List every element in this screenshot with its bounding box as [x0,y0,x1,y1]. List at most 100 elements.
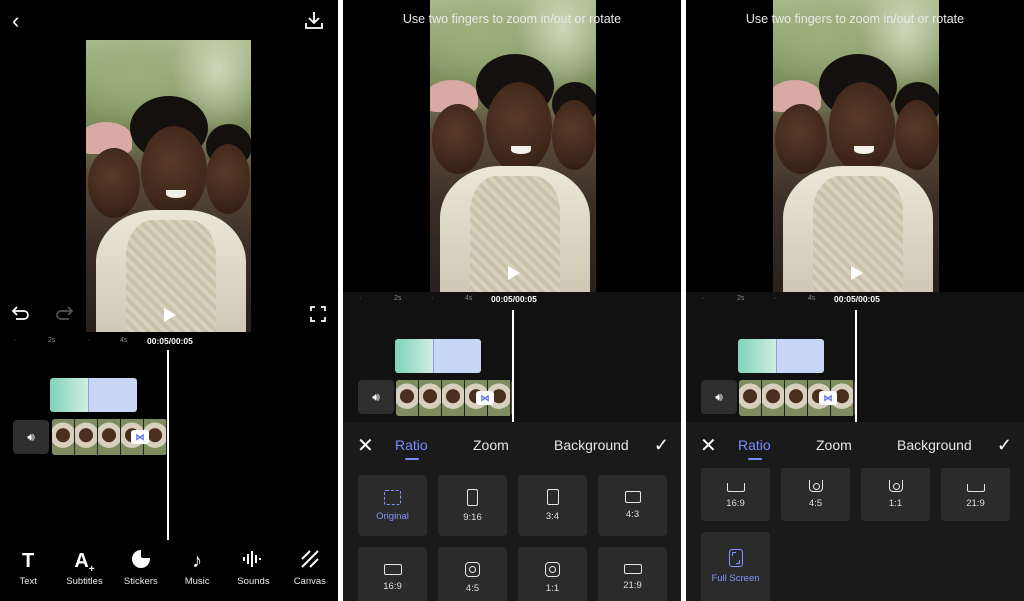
overlay-clip[interactable] [395,339,481,373]
editor-screen: ‹ · 2s · 4s 00:05/00:05 🔊︎ ⋈ T Text A+ S… [0,0,338,601]
ruler-label: 4s [120,337,128,344]
option-label: 1:1 [545,582,560,594]
gesture-hint: Use two fingers to zoom in/out or rotate [745,12,965,26]
ratio-option-4-5[interactable]: 4:5 [438,547,507,601]
option-label: 1:1 [888,498,903,509]
ruler-label: 4s [808,295,816,302]
overlay-clip[interactable] [50,378,137,412]
music-tool-button[interactable]: ♪ Music [171,549,223,587]
text-tool-button[interactable]: T Text [2,549,54,587]
ruler-label: 2s [737,295,745,302]
close-icon[interactable]: ✕ [357,433,374,458]
sounds-icon [242,549,264,573]
timecode: 00:05/00:05 [491,294,537,304]
transition-icon[interactable]: ⋈ [131,430,149,444]
chevron-left-icon[interactable]: ‹ [12,10,19,32]
fullscreen-icon[interactable] [310,306,326,322]
option-label: 4:3 [625,509,640,520]
tool-label: Music [184,576,210,587]
instagram-icon [465,561,480,577]
close-icon[interactable]: ✕ [700,433,717,458]
timeline[interactable]: · 2s · 4s 00:05/00:05 🔊︎ ⋈ [686,292,1024,422]
ratio-option-1-1[interactable]: 1:1 [518,547,587,601]
ratio-option-16-9[interactable]: 16:9 [358,547,427,601]
ratio-option-9-16[interactable]: 9:16 [438,475,507,536]
timecode: 00:05/00:05 [834,294,880,304]
sheet-header: ✕ Ratio Zoom Background ✓ [343,422,681,468]
bottom-toolbar: T Text A+ Subtitles Stickers ♪ Music Sou… [0,541,338,601]
time-ruler: · 2s · 4s 00:05/00:05 [14,336,193,346]
ratio-option-3-4[interactable]: 3:4 [518,475,587,536]
confirm-icon[interactable]: ✓ [654,435,669,456]
option-label: 16:9 [726,498,745,509]
timecode: 00:05/00:05 [147,336,193,346]
tab-ratio[interactable]: Ratio [395,437,428,453]
play-icon[interactable] [851,266,863,280]
tab-background[interactable]: Background [554,437,629,453]
volume-icon[interactable]: 🔊︎ [358,380,394,414]
download-icon[interactable] [304,10,324,30]
redo-icon[interactable] [55,305,73,321]
tool-label: Text [19,576,37,587]
confirm-icon[interactable]: ✓ [997,435,1012,456]
ratio-sheet: ✕ Ratio Zoom Background ✓ Original 9:16 … [343,422,681,601]
subtitles-tool-button[interactable]: A+ Subtitles [58,549,110,587]
ruler-label: 2s [394,295,402,302]
volume-icon[interactable]: 🔊︎ [701,380,737,414]
stickers-icon [131,549,151,573]
ruler-label: 2s [48,337,56,344]
gesture-hint: Use two fingers to zoom in/out or rotate [402,12,622,26]
video-clip[interactable] [739,380,855,416]
ruler-label: 4s [465,295,473,302]
full-screen-icon [728,549,743,567]
tab-indicator [748,458,762,460]
time-ruler: · 2s · 4s 00:05/00:05 [702,294,880,304]
canvas-tool-button[interactable]: Canvas [284,549,336,587]
tab-ratio[interactable]: Ratio [738,437,771,453]
playhead[interactable] [855,310,857,422]
instagram-icon [545,561,560,577]
playhead[interactable] [512,310,514,422]
transition-icon[interactable]: ⋈ [819,391,837,405]
video-preview[interactable] [773,0,939,292]
timeline[interactable]: · 2s · 4s 00:05/00:05 🔊︎ ⋈ [343,292,681,422]
ratio-screen: Use two fingers to zoom in/out or rotate… [343,0,681,601]
playhead[interactable] [167,350,169,540]
ratio-option-21-9[interactable]: 21:9 [598,547,667,601]
sounds-tool-button[interactable]: Sounds [227,549,279,587]
transition-icon[interactable]: ⋈ [476,391,494,405]
undo-icon[interactable] [12,305,30,321]
instagram-icon [808,480,823,492]
tool-label: Stickers [123,576,158,587]
video-preview[interactable] [430,0,596,292]
ratio-option-4-5[interactable]: 4:5 [781,468,850,521]
timeline[interactable]: · 2s · 4s 00:05/00:05 🔊︎ ⋈ [0,334,338,544]
tab-zoom[interactable]: Zoom [473,437,509,453]
play-icon[interactable] [508,266,520,280]
video-preview[interactable] [86,40,251,332]
ratio-option-21-9[interactable]: 21:9 [941,468,1010,521]
tab-zoom[interactable]: Zoom [816,437,852,453]
option-label: 3:4 [545,511,560,522]
ratio-option-original[interactable]: Original [358,475,427,536]
video-clip[interactable] [396,380,512,416]
ratio-sheet: ✕ Ratio Zoom Background ✓ 16:9 4:5 1:1 2… [686,422,1024,601]
stickers-tool-button[interactable]: Stickers [115,549,167,587]
ratio-option-1-1[interactable]: 1:1 [861,468,930,521]
tool-label: Sounds [237,576,270,587]
video-clip[interactable] [52,419,167,455]
ratio-option-16-9[interactable]: 16:9 [701,468,770,521]
ratio-option-full-screen[interactable]: Full Screen [701,532,770,601]
volume-icon[interactable]: 🔊︎ [13,420,49,454]
instagram-icon [888,480,903,492]
ratio-screen-scrolled: Use two fingers to zoom in/out or rotate… [686,0,1024,601]
sheet-header: ✕ Ratio Zoom Background ✓ [686,422,1024,468]
subtitles-icon: A+ [74,550,95,575]
overlay-clip[interactable] [738,339,824,373]
tab-background[interactable]: Background [897,437,972,453]
option-label: Full Screen [711,573,760,584]
canvas-icon [300,549,320,573]
play-icon[interactable] [164,308,176,322]
ratio-option-4-3[interactable]: 4:3 [598,475,667,536]
option-label: Original [376,510,409,522]
